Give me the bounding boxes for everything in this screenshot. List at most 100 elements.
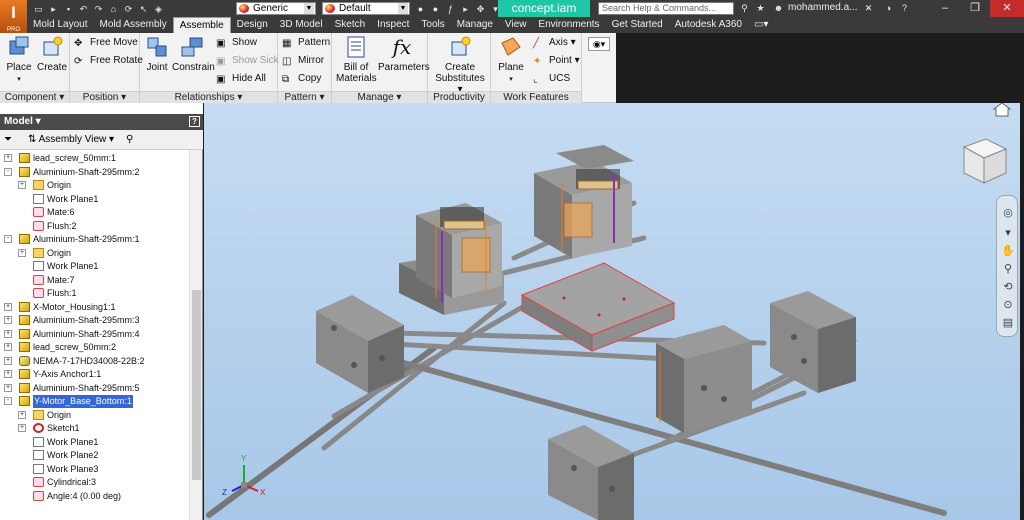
find-icon[interactable]: ⚲: [126, 130, 133, 150]
expand-icon[interactable]: +: [18, 410, 26, 419]
panel-title-position[interactable]: Position ▾: [70, 91, 139, 103]
expand-panel-icon[interactable]: ◉▾: [588, 37, 610, 51]
star-icon[interactable]: ★: [754, 2, 767, 14]
a360-icon[interactable]: ◑: [882, 2, 895, 14]
copy-button[interactable]: ⧉ Copy: [282, 72, 321, 86]
tab-mold-layout[interactable]: Mold Layout: [27, 17, 93, 33]
mirror-button[interactable]: ◫ Mirror: [282, 54, 324, 68]
tab-environments[interactable]: Environments: [532, 17, 605, 33]
browser-header[interactable]: Model ▾?: [0, 114, 203, 130]
new-icon[interactable]: ▭: [32, 3, 45, 15]
graphics-viewport[interactable]: Y X Z: [204, 103, 1020, 520]
free-move-button[interactable]: ✥ Free Move: [74, 36, 138, 50]
tab-design[interactable]: Design: [231, 17, 274, 33]
minimize-button[interactable]: –: [930, 0, 960, 17]
expand-icon[interactable]: +: [18, 248, 26, 257]
free-rotate-button[interactable]: ⟳ Free Rotate: [74, 54, 143, 68]
hide-all-button[interactable]: ▣ Hide All: [216, 72, 266, 86]
expand-icon[interactable]: +: [4, 383, 12, 392]
panel-title-relationships[interactable]: Relationships ▾: [140, 91, 277, 103]
tab-sketch[interactable]: Sketch: [329, 17, 372, 33]
parameters-button[interactable]: fx Parameters: [378, 35, 430, 73]
tab-view[interactable]: View: [499, 17, 533, 33]
close-button[interactable]: ✕: [990, 0, 1024, 17]
material-icon[interactable]: ◈: [152, 3, 165, 15]
expand-icon[interactable]: +: [4, 329, 12, 338]
expand-icon[interactable]: +: [4, 343, 12, 351]
adjust-icon[interactable]: ●: [414, 3, 427, 15]
orbit-icon[interactable]: ⟲: [1000, 280, 1016, 294]
home-icon[interactable]: [992, 103, 1012, 117]
full-navigation-icon[interactable]: ▤: [1000, 316, 1016, 330]
tab-tools[interactable]: Tools: [415, 17, 450, 33]
create-substitutes-button[interactable]: Create Substitutes ▾: [432, 35, 488, 95]
tab-3d-model[interactable]: 3D Model: [274, 17, 329, 33]
viewcube[interactable]: [962, 138, 1008, 184]
expand-icon[interactable]: +: [4, 356, 12, 365]
measure-icon[interactable]: ▸: [459, 3, 472, 15]
axis-button[interactable]: ╱ Axis ▾: [533, 36, 576, 50]
expand-icon[interactable]: +: [4, 316, 12, 324]
appearance-dropdown[interactable]: Default ▼: [322, 2, 410, 15]
constrain-button[interactable]: Constrain: [172, 35, 215, 73]
expand-icon[interactable]: +: [4, 370, 12, 378]
joint-button[interactable]: Joint: [143, 35, 171, 73]
ribbon-options-icon[interactable]: ▭▾: [748, 17, 774, 33]
show-button[interactable]: ▣ Show: [216, 36, 257, 50]
tab-assemble[interactable]: Assemble: [172, 17, 231, 33]
expand-icon[interactable]: +: [18, 181, 26, 189]
ucs-button[interactable]: ⌞ UCS: [533, 72, 570, 86]
point-button[interactable]: ✦ Point ▾: [533, 54, 580, 68]
user-icon[interactable]: ☻: [772, 2, 785, 14]
open-icon[interactable]: ▸: [47, 3, 60, 15]
help-icon[interactable]: ?: [898, 2, 911, 14]
panel-title-manage[interactable]: Manage ▾: [332, 91, 427, 103]
tree-scrollbar-thumb[interactable]: [192, 290, 201, 480]
assembly-view-dropdown[interactable]: ⇅ Assembly View ▾: [28, 130, 114, 150]
filter-icon[interactable]: ⏷: [4, 130, 12, 150]
user-name[interactable]: mohammed.a...: [788, 2, 857, 13]
panel-title-component[interactable]: Component ▾: [0, 91, 69, 103]
home-icon[interactable]: ⌂: [107, 3, 120, 15]
panel-title-pattern[interactable]: Pattern ▾: [278, 91, 331, 103]
pattern-button[interactable]: ▦ Pattern: [282, 36, 330, 50]
dropdown-icon[interactable]: ▾: [1000, 226, 1016, 240]
tab-inspect[interactable]: Inspect: [371, 17, 415, 33]
exchange-icon[interactable]: ✕: [862, 2, 875, 14]
undo-icon[interactable]: ↶: [77, 3, 90, 15]
place-button[interactable]: Place ▾: [4, 35, 34, 85]
material-dropdown[interactable]: Generic ▼: [236, 2, 316, 15]
plane-button[interactable]: Plane ▾: [495, 35, 527, 85]
tab-get-started[interactable]: Get Started: [606, 17, 669, 33]
panel-extra: ◉▾: [582, 33, 616, 103]
fx-icon[interactable]: ƒ: [444, 3, 457, 15]
help-icon[interactable]: ?: [189, 116, 200, 127]
redo-icon[interactable]: ↷: [92, 3, 105, 15]
application-menu-button[interactable]: I PRO: [0, 0, 27, 34]
show-sick-button[interactable]: ▣ Show Sick: [216, 54, 279, 68]
search-input[interactable]: Search Help & Commands...: [598, 2, 734, 15]
expand-icon[interactable]: +: [4, 302, 12, 311]
collapse-icon[interactable]: -: [4, 397, 12, 405]
update-icon[interactable]: ⟳: [122, 3, 135, 15]
save-icon[interactable]: ▪: [62, 3, 75, 15]
binoculars-icon[interactable]: ⚲: [738, 2, 751, 14]
restore-button[interactable]: ❐: [960, 0, 990, 17]
collapse-icon[interactable]: -: [4, 235, 12, 243]
select-icon[interactable]: ↖: [137, 3, 150, 15]
clear-icon[interactable]: ●: [429, 3, 442, 15]
look-at-icon[interactable]: ⊙: [1000, 298, 1016, 312]
steering-wheel-icon[interactable]: ◎: [1000, 206, 1016, 220]
create-button[interactable]: Create: [36, 35, 68, 73]
tab-manage[interactable]: Manage: [451, 17, 499, 33]
bill-of-materials-button[interactable]: Bill of Materials: [336, 35, 377, 84]
tab-mold-assembly[interactable]: Mold Assembly: [93, 17, 172, 33]
move-icon[interactable]: ✥: [474, 3, 487, 15]
collapse-icon[interactable]: -: [4, 167, 12, 176]
zoom-icon[interactable]: ⚲: [1000, 262, 1016, 276]
pan-icon[interactable]: ✋: [1000, 244, 1016, 258]
tree-scrollbar[interactable]: [189, 150, 202, 520]
expand-icon[interactable]: +: [18, 424, 26, 432]
expand-icon[interactable]: +: [4, 154, 12, 162]
tab-autodesk-a360[interactable]: Autodesk A360: [669, 17, 748, 33]
